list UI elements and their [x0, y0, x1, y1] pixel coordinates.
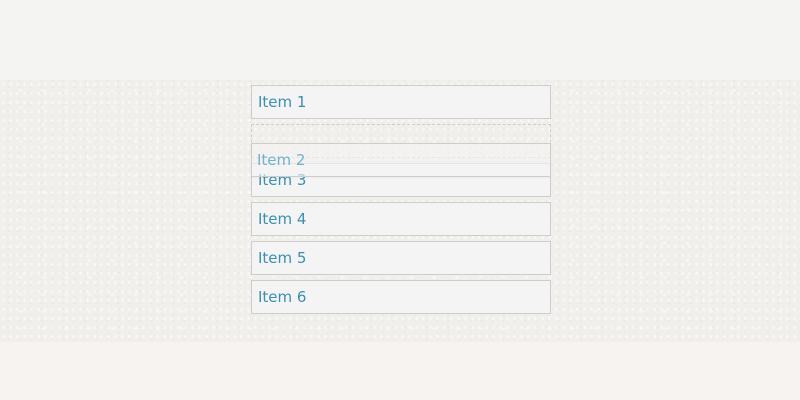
list-item-label: Item 1 — [258, 93, 307, 111]
list-item-1[interactable]: Item 1 — [251, 85, 551, 119]
bottom-band — [0, 342, 800, 400]
list-item-5[interactable]: Item 5 — [251, 241, 551, 275]
list-item-label: Item 5 — [258, 249, 307, 267]
list-item-4[interactable]: Item 4 — [251, 202, 551, 236]
dragging-item-label: Item 2 — [257, 151, 306, 169]
list-item-label: Item 6 — [258, 288, 307, 306]
dragging-list-item-2[interactable]: Item 2 — [251, 143, 551, 177]
list-item-6[interactable]: Item 6 — [251, 280, 551, 314]
list-item-label: Item 4 — [258, 210, 307, 228]
top-band — [0, 0, 800, 80]
